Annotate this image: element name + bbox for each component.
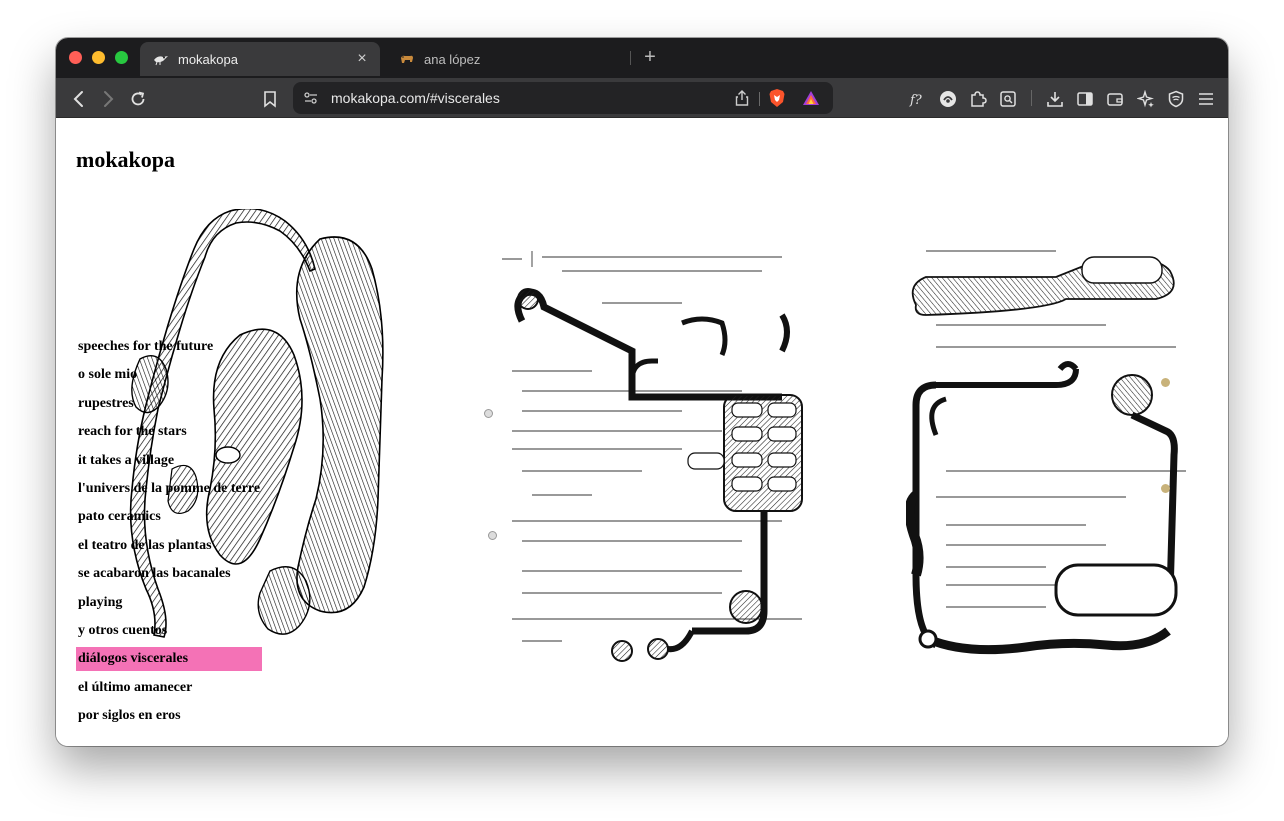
menu-item-por-siglos-en-eros[interactable]: por siglos en eros bbox=[76, 702, 376, 730]
menu-item-lunivers-de-la-pomme-de-terre[interactable]: l'univers de la pomme de terre bbox=[76, 475, 376, 503]
menu-item-y-otros-cuentos[interactable]: y otros cuentos bbox=[76, 617, 376, 645]
tab-title: mokakopa bbox=[178, 51, 238, 67]
menu-item-playing[interactable]: playing bbox=[76, 589, 376, 617]
reload-icon[interactable] bbox=[127, 88, 149, 110]
new-tab-button[interactable]: + bbox=[640, 46, 660, 68]
reader-mode-icon[interactable] bbox=[997, 88, 1019, 110]
punch-hole bbox=[1161, 378, 1170, 387]
menu-item-pato-ceramics[interactable]: pato ceramics bbox=[76, 503, 376, 531]
menu-item-speeches-for-the-future[interactable]: speeches for the future bbox=[76, 333, 376, 361]
sidebar-icon[interactable] bbox=[1074, 88, 1096, 110]
leo-ai-icon[interactable] bbox=[1135, 88, 1157, 110]
url-text[interactable]: mokakopa.com/#viscerales bbox=[331, 90, 500, 106]
bookmark-icon[interactable] bbox=[259, 88, 281, 110]
extension-circle-icon[interactable] bbox=[937, 88, 959, 110]
menu-item-el-teatro-de-las-plantas[interactable]: el teatro de las plantas bbox=[76, 532, 376, 560]
brave-shields-icon[interactable] bbox=[767, 88, 787, 108]
tab-strip: mokakopa × ana lópez + bbox=[56, 38, 1228, 78]
download-icon[interactable] bbox=[1044, 88, 1066, 110]
svg-text:f?: f? bbox=[909, 93, 923, 108]
math-notes-drawing-2[interactable] bbox=[906, 235, 1186, 667]
math-notes-drawing-1[interactable] bbox=[482, 231, 812, 663]
site-settings-icon[interactable] bbox=[301, 88, 321, 108]
web-page: mokakopa speeches for the future o sole … bbox=[56, 119, 1228, 746]
forward-icon[interactable] bbox=[97, 88, 119, 110]
back-icon[interactable] bbox=[68, 88, 90, 110]
brave-rewards-icon[interactable] bbox=[801, 88, 821, 108]
vpn-shield-icon[interactable] bbox=[1165, 88, 1187, 110]
browser-toolbar: mokakopa.com/#viscerales f? bbox=[56, 78, 1228, 118]
share-icon[interactable] bbox=[732, 88, 752, 108]
dog-icon bbox=[398, 50, 416, 68]
close-tab-icon[interactable]: × bbox=[354, 51, 370, 67]
maximize-window-button[interactable] bbox=[115, 51, 128, 64]
tab-ana-lopez[interactable]: ana lópez bbox=[386, 42, 631, 76]
menu-item-it-takes-a-village[interactable]: it takes a village bbox=[76, 447, 376, 475]
tab-mokakopa[interactable]: mokakopa × bbox=[140, 42, 380, 76]
punch-hole bbox=[1161, 484, 1170, 493]
bird-icon bbox=[152, 50, 170, 68]
menu-item-el-ultimo-amanecer[interactable]: el último amanecer bbox=[76, 674, 376, 702]
punch-hole bbox=[488, 531, 497, 540]
tab-divider bbox=[630, 51, 631, 65]
site-title[interactable]: mokakopa bbox=[76, 147, 175, 173]
tab-title: ana lópez bbox=[424, 51, 481, 67]
portfolio-menu: speeches for the future o sole mio rupes… bbox=[76, 333, 376, 730]
menu-item-dialogos-viscerales[interactable]: diálogos viscerales bbox=[76, 647, 262, 672]
close-window-button[interactable] bbox=[69, 51, 82, 64]
menu-item-reach-for-the-stars[interactable]: reach for the stars bbox=[76, 418, 376, 446]
font-icon[interactable]: f? bbox=[907, 88, 929, 110]
address-bar[interactable]: mokakopa.com/#viscerales bbox=[293, 82, 833, 114]
menu-item-o-sole-mio[interactable]: o sole mio bbox=[76, 361, 376, 389]
minimize-window-button[interactable] bbox=[92, 51, 105, 64]
wallet-icon[interactable] bbox=[1104, 88, 1126, 110]
browser-window: mokakopa × ana lópez + mokakopa.com/#vis… bbox=[56, 38, 1228, 746]
menu-icon[interactable] bbox=[1195, 88, 1217, 110]
toolbar-divider bbox=[1031, 90, 1032, 106]
url-divider bbox=[759, 92, 760, 106]
menu-item-rupestres[interactable]: rupestres bbox=[76, 390, 376, 418]
menu-item-se-acabaron-las-bacanales[interactable]: se acabaron las bacanales bbox=[76, 560, 376, 588]
extensions-puzzle-icon[interactable] bbox=[967, 88, 989, 110]
punch-hole bbox=[484, 409, 493, 418]
